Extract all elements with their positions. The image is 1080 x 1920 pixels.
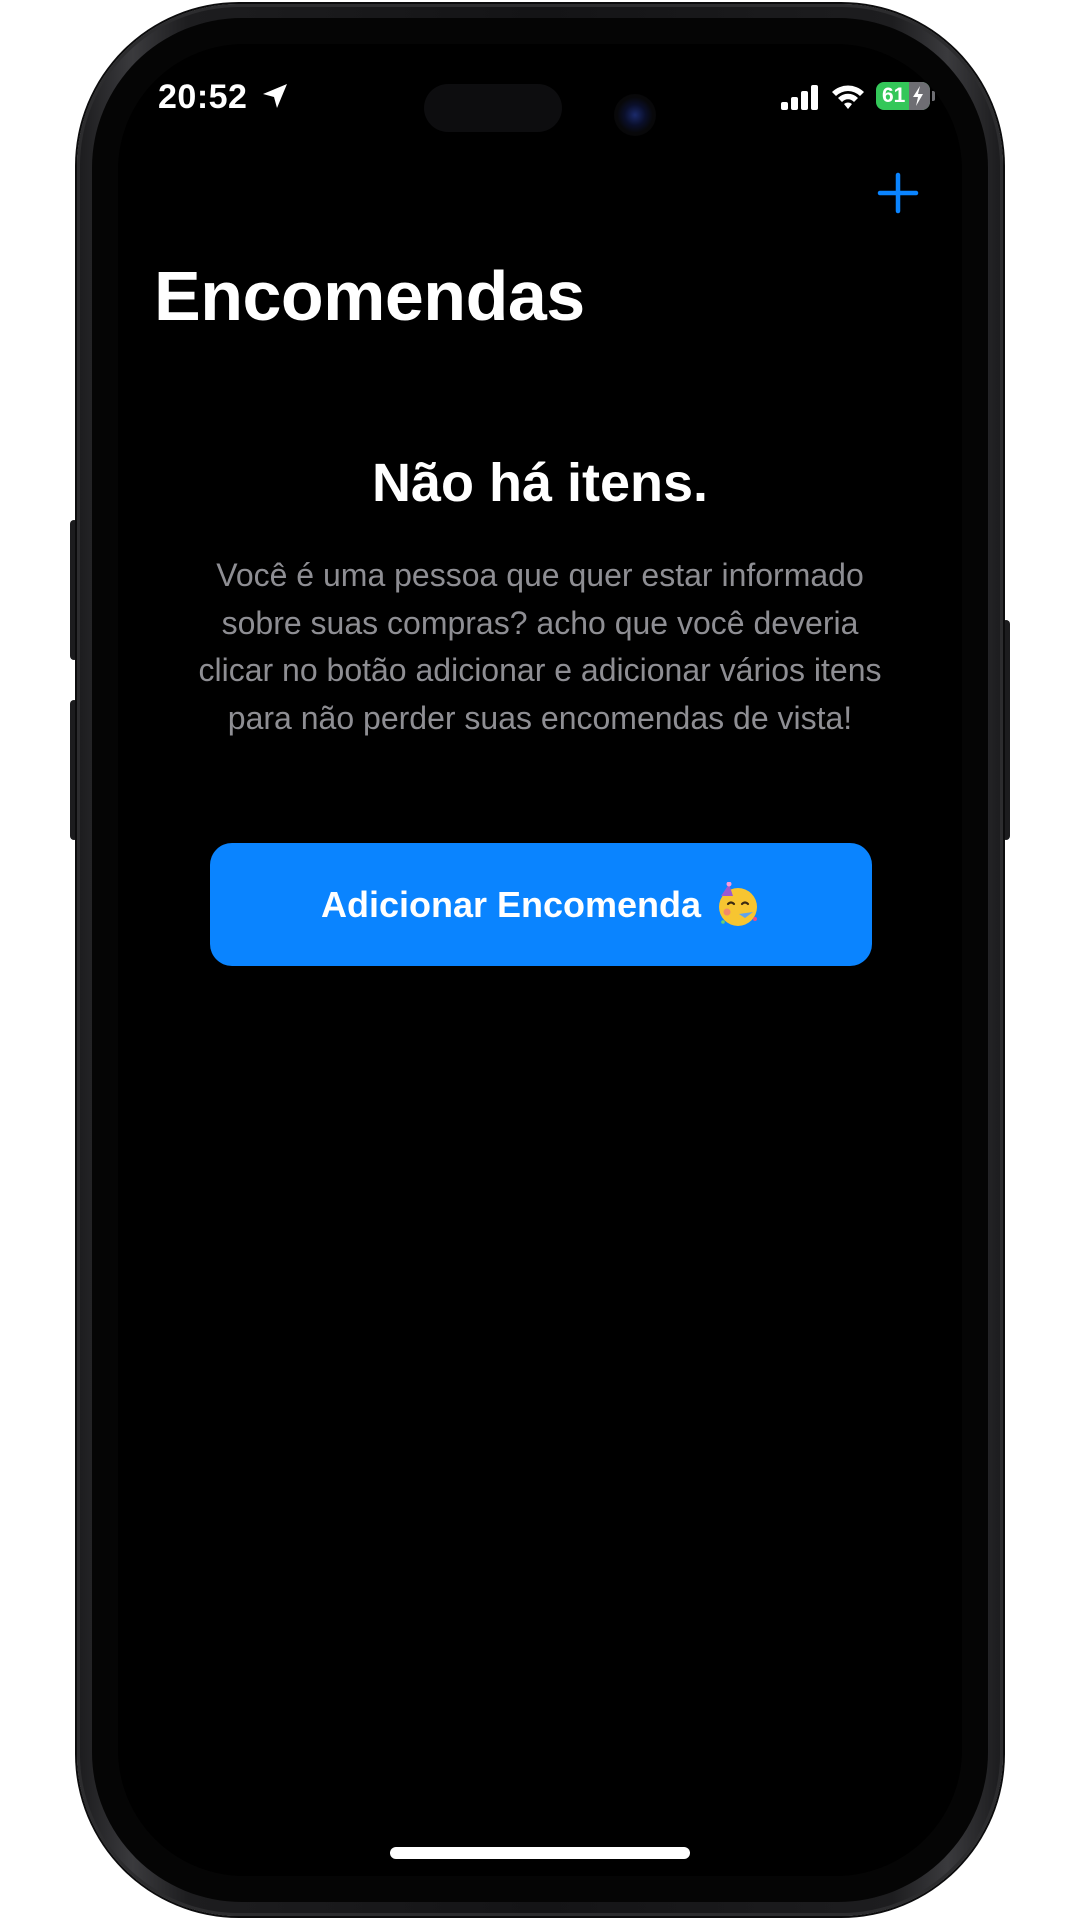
dynamic-island [424, 84, 562, 132]
power-button [1002, 620, 1010, 840]
empty-state-title: Não há itens. [371, 453, 709, 513]
add-order-button-label: Adicionar Encomenda [320, 883, 702, 925]
home-indicator[interactable] [390, 1847, 690, 1859]
phone-mockup: 20:52 61 Encomendas Não há itens. Você é… [0, 0, 1080, 1920]
add-order-button[interactable]: Adicionar Encomenda [210, 843, 872, 966]
cellular-signal-icon [781, 85, 818, 110]
app-screen: 20:52 61 Encomendas Não há itens. Você é… [118, 44, 962, 1876]
plus-icon[interactable] [874, 169, 922, 217]
battery-charging-icon: 61 [876, 82, 930, 110]
partying-face-emoji-icon [719, 881, 758, 926]
battery-cap [932, 91, 935, 101]
charging-bolt-icon [913, 86, 923, 106]
wifi-icon [832, 85, 864, 109]
location-arrow-icon [263, 84, 287, 108]
empty-state-message: Você é uma pessoa que quer estar informa… [198, 557, 882, 736]
front-camera [614, 94, 656, 136]
battery-level: 61 [882, 84, 906, 107]
page-title: Encomendas [154, 257, 585, 335]
status-time: 20:52 [158, 78, 248, 116]
